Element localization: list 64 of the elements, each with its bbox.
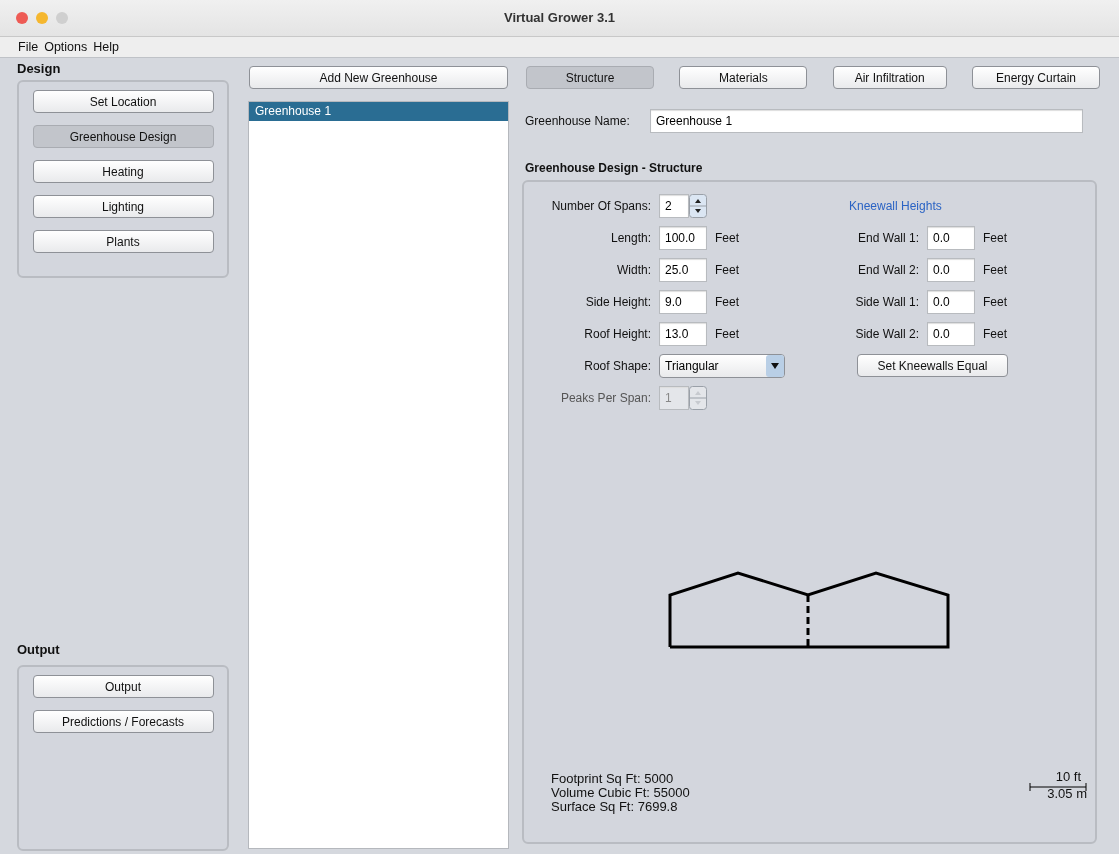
field-label: Width: [616, 262, 651, 279]
field-label: End Wall 2: [857, 262, 919, 279]
number-field[interactable]: 9.0 [659, 290, 707, 314]
field-label: End Wall 1: [857, 230, 919, 247]
section-heading: Design [17, 62, 62, 76]
menu-item[interactable]: Help [93, 37, 119, 57]
unit-label: Feet [983, 294, 1008, 311]
unit-label: Feet [715, 294, 740, 311]
spinner-field[interactable]: 2 [659, 194, 689, 218]
list-item[interactable]: Greenhouse 1 [249, 102, 508, 121]
tab[interactable]: Energy Curtain [972, 66, 1100, 89]
nav-button[interactable]: Output [32, 675, 214, 698]
menu-item[interactable]: File [18, 37, 39, 57]
section-heading: Output [17, 643, 61, 657]
field-label: Roof Height: [583, 326, 651, 343]
caret-icon [766, 355, 784, 377]
field-label: Roof Shape: [583, 358, 651, 375]
field-label: Side Height: [584, 294, 651, 311]
field-label: Greenhouse Name: [525, 113, 631, 130]
field-label: Number Of Spans: [550, 198, 651, 215]
group-heading: Kneewall Heights [849, 198, 943, 215]
field-label: Length: [609, 230, 651, 247]
number-field[interactable]: 13.0 [659, 322, 707, 346]
window-title: Virtual Grower 3.1 [504, 9, 615, 28]
number-field[interactable]: 100.0 [659, 226, 707, 250]
tab[interactable]: Air Infiltration [832, 66, 947, 89]
add-greenhouse-button[interactable]: Add New Greenhouse [249, 66, 508, 89]
menu-item[interactable]: Options [44, 37, 88, 57]
nav-button[interactable]: Greenhouse Design [32, 125, 214, 148]
stat-text: Surface Sq Ft: 7699.8 [551, 800, 679, 814]
number-field[interactable]: 25.0 [659, 258, 707, 282]
nav-button[interactable]: Predictions / Forecasts [32, 710, 214, 733]
nav-button[interactable]: Heating [32, 160, 214, 183]
field-label: Side Wall 1: [854, 294, 919, 311]
number-field[interactable]: 0.0 [927, 258, 975, 282]
roof-shape-dropdown[interactable]: Triangular [659, 354, 785, 378]
number-field[interactable]: 0.0 [927, 226, 975, 250]
field-label: Peaks Per Span: [559, 390, 651, 407]
unit-label: Feet [983, 230, 1008, 247]
minimize-control[interactable] [36, 12, 48, 24]
number-field[interactable]: 0.0 [927, 290, 975, 314]
number-field[interactable]: 0.0 [927, 322, 975, 346]
scale-label: 3.05 m [1047, 787, 1087, 800]
section-heading: Greenhouse Design - Structure [524, 160, 704, 177]
spinner-arrows[interactable] [689, 194, 707, 218]
nav-button[interactable]: Plants [32, 230, 214, 253]
unit-label: Feet [715, 262, 740, 279]
unit-label: Feet [715, 230, 740, 247]
tab[interactable]: Structure [526, 66, 654, 89]
close-control[interactable] [16, 12, 28, 24]
stat-text: Footprint Sq Ft: 5000 [551, 772, 675, 786]
greenhouse-name-field[interactable]: Greenhouse 1 [650, 109, 1083, 133]
unit-label: Feet [715, 326, 740, 343]
scale-label: 10 ft [1055, 770, 1082, 783]
nav-button[interactable]: Lighting [32, 195, 214, 218]
unit-label: Feet [983, 326, 1008, 343]
unit-label: Feet [983, 262, 1008, 279]
field-label: Side Wall 2: [854, 326, 919, 343]
tab[interactable]: Materials [679, 66, 808, 89]
stat-text: Volume Cubic Ft: 55000 [551, 786, 690, 800]
zoom-control[interactable] [56, 12, 68, 24]
scale-bar [1029, 783, 1087, 791]
nav-button[interactable]: Set Location [32, 90, 214, 113]
set-kneewalls-button[interactable]: Set Kneewalls Equal [857, 354, 1008, 377]
